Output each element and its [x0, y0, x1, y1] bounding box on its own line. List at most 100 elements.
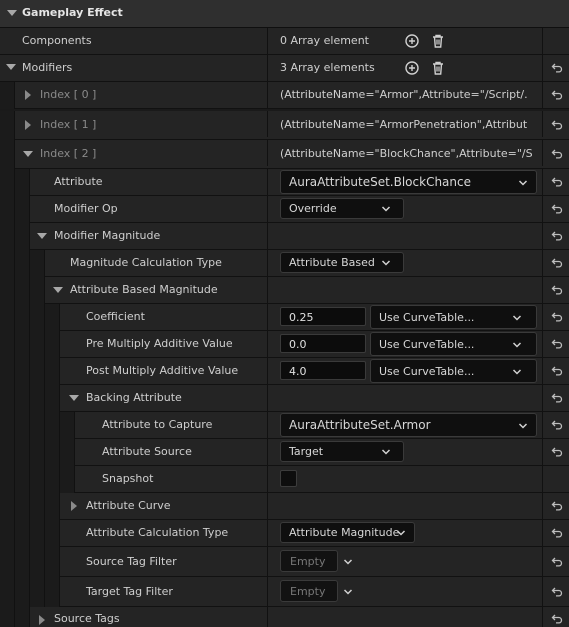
property-row-attribute-curve: Attribute Curve — [0, 493, 569, 520]
curve-table-combo[interactable]: Use CurveTable... — [370, 305, 537, 329]
reset-to-default-icon[interactable] — [551, 203, 563, 215]
reset-to-default-icon[interactable] — [551, 284, 563, 296]
property-label: Magnitude Calculation Type — [70, 256, 222, 269]
property-label: Attribute — [54, 175, 103, 188]
property-row-attribute-calculation-type: Attribute Calculation Type Attribute Mag… — [0, 520, 569, 547]
reset-to-default-icon[interactable] — [551, 556, 563, 568]
attribute-to-capture-combo[interactable]: AuraAttributeSet.Armor — [280, 413, 537, 437]
property-row-snapshot: Snapshot — [0, 466, 569, 493]
property-row-modifier-magnitude: Modifier Magnitude — [0, 223, 569, 250]
reset-to-default-icon[interactable] — [551, 419, 563, 431]
property-row-backing-attribute: Backing Attribute — [0, 385, 569, 412]
expand-arrow-icon[interactable] — [25, 90, 31, 100]
combo-value: AuraAttributeSet.Armor — [289, 418, 431, 432]
chevron-down-icon[interactable] — [343, 587, 353, 597]
property-row-attribute-source: Attribute Source Target — [0, 439, 569, 466]
chevron-down-icon — [518, 423, 528, 429]
chevron-down-icon — [518, 180, 528, 186]
category-title: Gameplay Effect — [22, 6, 123, 19]
post-multiply-input[interactable]: 4.0 — [280, 361, 366, 380]
reset-to-default-icon[interactable] — [551, 586, 563, 598]
reset-to-default-icon[interactable] — [551, 257, 563, 269]
reset-to-default-icon[interactable] — [551, 311, 563, 323]
add-circle-icon[interactable] — [405, 34, 419, 48]
combo-value: Attribute Based — [289, 256, 375, 269]
expand-arrow-icon[interactable] — [53, 287, 63, 293]
property-row-attribute-based-magnitude: Attribute Based Magnitude — [0, 277, 569, 304]
trash-icon[interactable] — [431, 34, 445, 48]
reset-to-default-icon[interactable] — [551, 230, 563, 242]
expand-arrow-icon[interactable] — [69, 395, 79, 401]
property-row-magnitude-calculation-type: Magnitude Calculation Type Attribute Bas… — [0, 250, 569, 277]
reset-to-default-icon[interactable] — [551, 338, 563, 350]
property-label: Attribute Curve — [86, 499, 171, 512]
struct-value-text: (AttributeName="ArmorPenetration",Attrib… — [280, 118, 528, 131]
magnitude-calculation-type-combo[interactable]: Attribute Based — [280, 252, 404, 273]
expand-arrow-icon[interactable] — [37, 233, 47, 239]
property-label: Attribute Based Magnitude — [70, 283, 218, 296]
expand-arrow-icon[interactable] — [39, 615, 45, 625]
property-label: Components — [22, 34, 92, 47]
category-header-gameplay-effect[interactable]: Gameplay Effect — [0, 0, 569, 28]
coefficient-input[interactable]: 0.25 — [280, 307, 366, 326]
expand-arrow-icon[interactable] — [25, 120, 31, 130]
property-label: Attribute to Capture — [102, 418, 213, 431]
pre-multiply-input[interactable]: 0.0 — [280, 334, 366, 353]
chevron-down-icon — [512, 315, 522, 321]
numeric-value: 0.25 — [289, 311, 314, 324]
reset-to-default-icon[interactable] — [551, 62, 563, 74]
property-label: Pre Multiply Additive Value — [86, 337, 233, 350]
target-tag-filter-box[interactable]: Empty — [280, 580, 338, 602]
reset-to-default-icon[interactable] — [551, 392, 563, 404]
array-index-label: Index [ 1 ] — [40, 118, 97, 131]
property-label: Backing Attribute — [86, 391, 182, 404]
array-element-row-index-0: Index [ 0 ] (AttributeName="Armor",Attri… — [0, 82, 569, 109]
property-label: Snapshot — [102, 472, 154, 485]
reset-to-default-icon[interactable] — [551, 148, 563, 160]
property-row-components: Components 0 Array element — [0, 28, 569, 55]
array-index-label: Index [ 2 ] — [40, 147, 97, 160]
property-label: Modifiers — [22, 61, 73, 74]
property-row-modifier-op: Modifier Op Override — [0, 196, 569, 223]
reset-to-default-icon[interactable] — [551, 365, 563, 377]
attribute-combo[interactable]: AuraAttributeSet.BlockChance — [280, 170, 537, 194]
chevron-down-icon — [381, 206, 391, 212]
reset-to-default-icon[interactable] — [551, 446, 563, 458]
struct-value-text: (AttributeName="Armor",Attribute="/Scrip… — [280, 88, 528, 101]
curve-table-combo[interactable]: Use CurveTable... — [370, 332, 537, 356]
chevron-down-icon — [512, 342, 522, 348]
struct-value-text: (AttributeName="BlockChance",Attribute="… — [280, 147, 533, 160]
property-label: Post Multiply Additive Value — [86, 364, 239, 377]
add-circle-icon[interactable] — [405, 61, 419, 75]
property-row-post-multiply-additive-value: Post Multiply Additive Value 4.0 Use Cur… — [0, 358, 569, 385]
chevron-down-icon[interactable] — [343, 557, 353, 567]
property-label: Target Tag Filter — [86, 585, 173, 598]
chevron-down-icon — [381, 449, 391, 455]
expand-arrow-icon[interactable] — [23, 151, 33, 157]
modifier-op-combo[interactable]: Override — [280, 198, 404, 219]
expand-arrow-icon[interactable] — [6, 64, 16, 70]
collapse-arrow-icon[interactable] — [7, 10, 17, 16]
empty-placeholder: Empty — [290, 585, 326, 598]
reset-to-default-icon[interactable] — [551, 89, 563, 101]
trash-icon[interactable] — [431, 61, 445, 75]
snapshot-checkbox[interactable] — [280, 470, 297, 487]
reset-to-default-icon[interactable] — [551, 613, 563, 625]
property-label: Coefficient — [86, 310, 145, 323]
empty-placeholder: Empty — [290, 555, 326, 568]
property-label: Modifier Op — [54, 202, 118, 215]
curve-table-combo[interactable]: Use CurveTable... — [370, 359, 537, 383]
expand-arrow-icon[interactable] — [71, 501, 77, 511]
reset-to-default-icon[interactable] — [551, 500, 563, 512]
source-tag-filter-box[interactable]: Empty — [280, 550, 338, 572]
attribute-calculation-type-combo[interactable]: Attribute Magnitude — [280, 522, 415, 543]
combo-value: Use CurveTable... — [379, 338, 475, 351]
attribute-source-combo[interactable]: Target — [280, 441, 404, 462]
combo-value: Use CurveTable... — [379, 365, 475, 378]
combo-value: AuraAttributeSet.BlockChance — [289, 175, 471, 189]
reset-to-default-icon[interactable] — [551, 527, 563, 539]
combo-value: Override — [289, 202, 337, 215]
reset-to-default-icon[interactable] — [551, 176, 563, 188]
reset-to-default-icon[interactable] — [551, 119, 563, 131]
property-row-source-tag-filter: Source Tag Filter Empty — [0, 547, 569, 577]
